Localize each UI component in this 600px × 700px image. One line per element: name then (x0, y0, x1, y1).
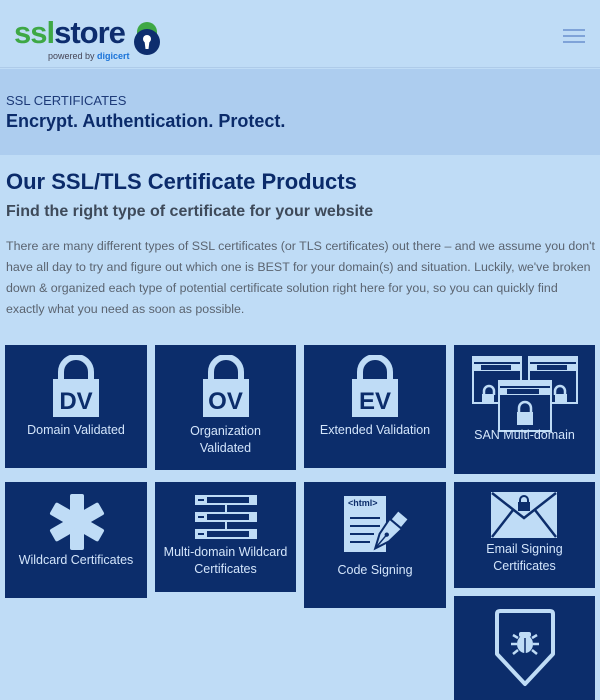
hamburger-menu-icon[interactable] (563, 29, 585, 43)
hero-banner: SSL CERTIFICATES Encrypt. Authentication… (0, 69, 600, 155)
sslstore-logo[interactable]: sslstore powered by digicert (14, 14, 164, 62)
product-tile-organization-validated[interactable]: OV Organization Validated (155, 345, 296, 470)
logo-tagline: powered by digicert (48, 51, 130, 61)
intro-paragraph: There are many different types of SSL ce… (6, 239, 595, 316)
product-tile-wildcard[interactable]: Wildcard Certificates (5, 482, 147, 598)
doc-html-text: <html> (348, 498, 378, 508)
tile-label: Email Signing Certificates (486, 542, 563, 573)
banner-kicker: SSL CERTIFICATES (6, 93, 127, 108)
product-tile-malware-protection[interactable] (454, 596, 595, 700)
keyhole-lock-icon (134, 22, 160, 55)
digicert-brand: digicert (97, 51, 130, 61)
tile-label: Extended Validation (319, 423, 431, 437)
product-tile-code-signing[interactable]: <html> Code Signing (304, 482, 446, 608)
logo-ssl-text: ssl (14, 15, 55, 50)
multi-browser-window-icon (472, 356, 578, 432)
page-title: Our SSL/TLS Certificate Products (6, 169, 357, 194)
tile-badge: OV (208, 388, 243, 415)
domain-list-icon (195, 495, 257, 539)
product-tile-multi-domain-wildcard[interactable]: Multi-domain Wildcard Certificates (155, 482, 296, 592)
tile-badge: EV (358, 388, 391, 415)
tile-badge: DV (59, 388, 93, 415)
banner-title: Encrypt. Authentication. Protect. (6, 111, 286, 131)
product-tile-extended-validation[interactable]: EV Extended Validation (304, 345, 446, 468)
tile-label: Wildcard Certificates (18, 553, 134, 567)
tile-label: Multi-domain Wildcard Certificates (163, 545, 288, 576)
asterisk-icon (49, 494, 105, 550)
site-header: sslstore powered by digicert (0, 0, 600, 68)
logo-store-text: store (54, 15, 126, 50)
product-tile-email-signing[interactable]: Email Signing Certificates (454, 482, 595, 588)
tile-label: Domain Validated (27, 423, 125, 437)
envelope-lock-icon (491, 492, 557, 538)
tile-label: Code Signing (337, 563, 413, 577)
tile-label: Organization Validated (190, 424, 261, 455)
shield-bug-icon (495, 609, 555, 686)
product-tile-san-multi-domain[interactable]: SAN Multi-domain (454, 345, 595, 474)
page-subtitle: Find the right type of certificate for y… (6, 203, 374, 220)
tile-label: SAN Multi-domain (474, 428, 575, 442)
product-tile-domain-validated[interactable]: DV Domain Validated (5, 345, 147, 468)
